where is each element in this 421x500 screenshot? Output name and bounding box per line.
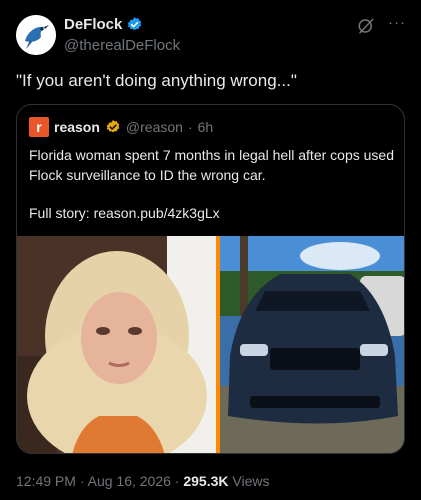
quoted-tweet-card[interactable]: r reason @reason · 6h Florida woman spen… (16, 104, 405, 454)
quoted-tweet-link[interactable]: Full story: reason.pub/4zk3gLx (29, 205, 220, 221)
author-display-name[interactable]: DeFlock (64, 16, 122, 33)
quoted-tweet-text: Florida woman spent 7 months in legal he… (29, 147, 394, 183)
tweet-text: "If you aren't doing anything wrong..." (16, 71, 297, 90)
bird-camera-logo-icon (16, 15, 56, 55)
tweet-footer: 12:49 PM · Aug 16, 2026 · 295.3K Views (16, 473, 270, 489)
woman-photo-illustration (17, 236, 216, 453)
post-date[interactable]: Aug 16, 2026 (88, 473, 171, 489)
car-photo[interactable] (220, 236, 404, 453)
woman-photo[interactable] (17, 236, 216, 453)
grok-icon[interactable] (357, 17, 375, 35)
more-options-icon[interactable]: ··· (388, 14, 406, 31)
post-time[interactable]: 12:49 PM (16, 473, 76, 489)
reason-logo-icon: r (29, 117, 49, 137)
footer-separator: · (75, 473, 88, 489)
quoted-author-handle: @reason (125, 119, 183, 135)
author-handle[interactable]: @therealDeFlock (64, 37, 180, 54)
quoted-separator: · (187, 119, 193, 135)
footer-separator: · (170, 473, 184, 489)
gold-verified-badge-icon (106, 120, 120, 133)
author-name-row[interactable]: DeFlock (64, 16, 143, 33)
quoted-author-name: reason (54, 119, 100, 135)
quoted-tweet-header: r reason @reason · 6h (29, 117, 213, 137)
car-photo-illustration (220, 236, 404, 453)
views-label: Views (228, 473, 270, 489)
views-count: 295.3K (183, 473, 229, 489)
avatar[interactable] (16, 15, 56, 55)
verified-badge-icon (128, 17, 142, 31)
quoted-time: 6h (197, 119, 214, 135)
